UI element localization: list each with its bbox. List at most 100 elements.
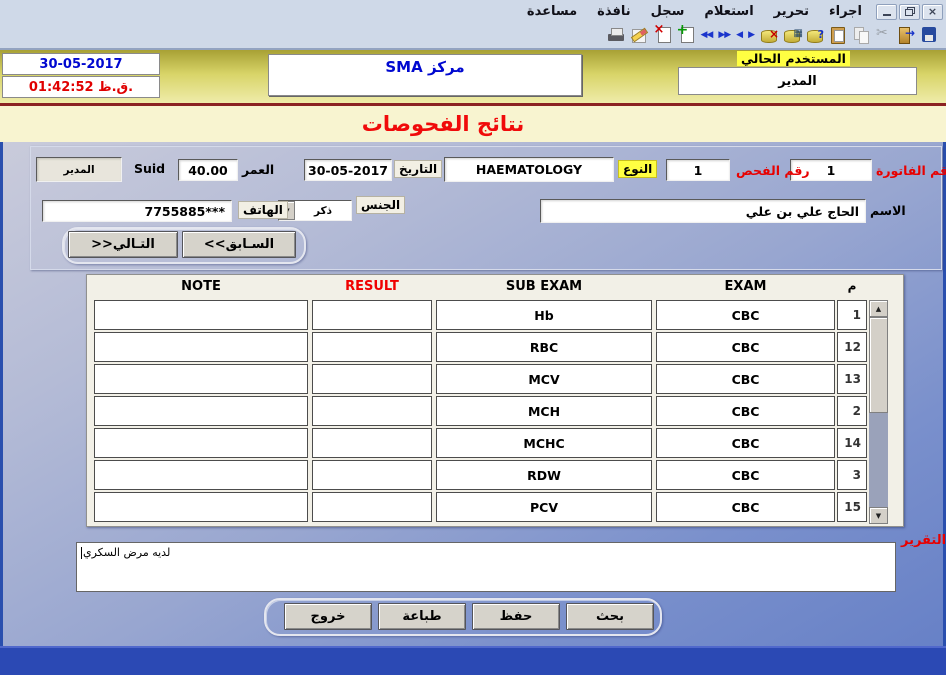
move-first-icon[interactable]: ◀◀ xyxy=(698,25,714,44)
window-controls: × xyxy=(876,3,943,20)
delete-record-icon[interactable] xyxy=(652,22,673,44)
toolbar: ◀◀ ▶▶ ◀ ▶ xyxy=(0,22,946,50)
table-cell-result[interactable] xyxy=(312,300,432,330)
table-cell-exam[interactable]: CBC xyxy=(656,300,835,330)
save-icon[interactable] xyxy=(919,25,940,44)
scroll-up-button[interactable]: ▲ xyxy=(869,300,888,317)
table-cell-result[interactable] xyxy=(312,492,432,522)
table-cell-sub-exam[interactable]: Hb xyxy=(436,300,652,330)
menu-item-edit[interactable]: تحرير xyxy=(766,3,817,20)
name-field[interactable]: الحاج علي بن علي xyxy=(540,199,866,223)
close-button[interactable]: × xyxy=(922,3,943,20)
table-cell-exam[interactable]: CBC xyxy=(656,396,835,426)
table-cell-exam[interactable]: CBC xyxy=(656,460,835,490)
menu-item-help[interactable]: مساعدة xyxy=(519,3,585,20)
table-cell-sub-exam[interactable]: MCV xyxy=(436,364,652,394)
delete-query-icon[interactable] xyxy=(758,25,779,44)
column-header-result: RESULT xyxy=(345,279,399,294)
table-cell-result[interactable] xyxy=(312,460,432,490)
exam-no-field[interactable]: 1 xyxy=(666,159,730,181)
move-previous-icon[interactable]: ◀ xyxy=(734,25,744,44)
report-label: التقرير xyxy=(901,533,946,548)
table-cell-sub-exam[interactable]: RDW xyxy=(436,460,652,490)
gender-select[interactable]: ▼ ذكر xyxy=(278,200,352,221)
table-cell-row-no: 15 xyxy=(837,492,867,522)
table-cell-sub-exam[interactable]: PCV xyxy=(436,492,652,522)
exit-icon[interactable] xyxy=(896,25,917,44)
restore-button[interactable] xyxy=(899,3,920,20)
window-bottom-frame xyxy=(0,646,946,675)
page-title: نتائج الفحوصات xyxy=(361,112,525,136)
scrollbar-thumb[interactable] xyxy=(869,317,888,413)
table-cell-exam[interactable]: CBC xyxy=(656,492,835,522)
print-button[interactable]: طباعة xyxy=(378,603,466,630)
exit-button[interactable]: خروج xyxy=(284,603,372,630)
table-cell-row-no: 13 xyxy=(837,364,867,394)
gender-value: ذكر xyxy=(313,204,333,217)
menu-item-record[interactable]: سجل xyxy=(643,3,693,20)
lab-results-window: اجراء تحرير استعلام سجل نافذة مساعدة × ◀… xyxy=(0,0,946,675)
current-date: 30-05-2017 xyxy=(2,53,160,75)
table-cell-result[interactable] xyxy=(312,364,432,394)
suid-field: المدير xyxy=(36,157,122,182)
column-header-note: NOTE xyxy=(181,279,221,294)
table-cell-exam[interactable]: CBC xyxy=(656,364,835,394)
menu-item-query[interactable]: استعلام xyxy=(696,3,761,20)
current-user-label: المستخدم الحالي xyxy=(737,51,850,66)
date-field[interactable]: 30-05-2017 xyxy=(304,159,392,181)
minimize-icon xyxy=(882,14,891,16)
move-last-icon[interactable]: ▶▶ xyxy=(716,25,732,44)
table-cell-note[interactable] xyxy=(94,460,308,490)
text-caret xyxy=(81,547,82,559)
table-cell-note[interactable] xyxy=(94,428,308,458)
restore-icon xyxy=(904,7,915,16)
title-band: نتائج الفحوصات xyxy=(0,106,946,142)
move-next-icon[interactable]: ▶ xyxy=(746,25,756,44)
date-label: التاريخ xyxy=(394,160,443,178)
scroll-down-button[interactable]: ▼ xyxy=(869,507,888,524)
minimize-button[interactable] xyxy=(876,3,897,20)
menu-item-window[interactable]: نافذة xyxy=(589,3,638,20)
paste-icon[interactable] xyxy=(827,25,848,44)
table-cell-result[interactable] xyxy=(312,428,432,458)
type-label: النوع xyxy=(618,160,658,178)
report-text: لديه مرض السكري xyxy=(83,546,171,559)
edit-record-icon[interactable] xyxy=(629,25,650,44)
table-cell-note[interactable] xyxy=(94,396,308,426)
menu-item-action[interactable]: اجراء xyxy=(821,3,870,20)
table-cell-exam[interactable]: CBC xyxy=(656,332,835,362)
table-cell-note[interactable] xyxy=(94,300,308,330)
table-cell-sub-exam[interactable]: RBC xyxy=(436,332,652,362)
cut-icon[interactable] xyxy=(873,25,894,44)
table-cell-result[interactable] xyxy=(312,396,432,426)
gender-label: الجنس xyxy=(356,196,406,214)
table-cell-result[interactable] xyxy=(312,332,432,362)
save-button[interactable]: حفظ xyxy=(472,603,560,630)
column-header-sub-exam: SUB EXAM xyxy=(505,279,583,294)
age-field[interactable]: 40.00 xyxy=(178,159,238,181)
column-header-row-no: م xyxy=(847,279,857,293)
table-cell-exam[interactable]: CBC xyxy=(656,428,835,458)
table-cell-note[interactable] xyxy=(94,332,308,362)
menu-items: اجراء تحرير استعلام سجل نافذة مساعدة xyxy=(519,3,870,20)
report-textarea[interactable]: لديه مرض السكري xyxy=(76,542,896,592)
table-cell-note[interactable] xyxy=(94,364,308,394)
invoice-no-label: رقم الفاتورة xyxy=(876,163,946,178)
previous-record-button[interactable]: <<السـابق xyxy=(182,231,296,258)
query-help-icon[interactable] xyxy=(804,25,825,44)
run-query-icon[interactable] xyxy=(781,25,803,44)
table-cell-row-no: 1 xyxy=(837,300,867,330)
printer-icon[interactable] xyxy=(606,25,627,44)
copy-icon[interactable] xyxy=(850,25,871,44)
phone-field[interactable]: 7755885*** xyxy=(42,200,232,222)
scrollbar-track[interactable] xyxy=(869,413,888,507)
table-cell-note[interactable] xyxy=(94,492,308,522)
type-field[interactable]: HAEMATOLOGY xyxy=(444,157,614,182)
table-cell-sub-exam[interactable]: MCHC xyxy=(436,428,652,458)
next-record-button[interactable]: >>التـالي xyxy=(68,231,178,258)
table-cell-sub-exam[interactable]: MCH xyxy=(436,396,652,426)
search-button[interactable]: بحث xyxy=(566,603,654,630)
center-title: مركز SMA xyxy=(268,54,582,96)
table-cell-row-no: 2 xyxy=(837,396,867,426)
add-record-icon[interactable] xyxy=(675,22,696,44)
